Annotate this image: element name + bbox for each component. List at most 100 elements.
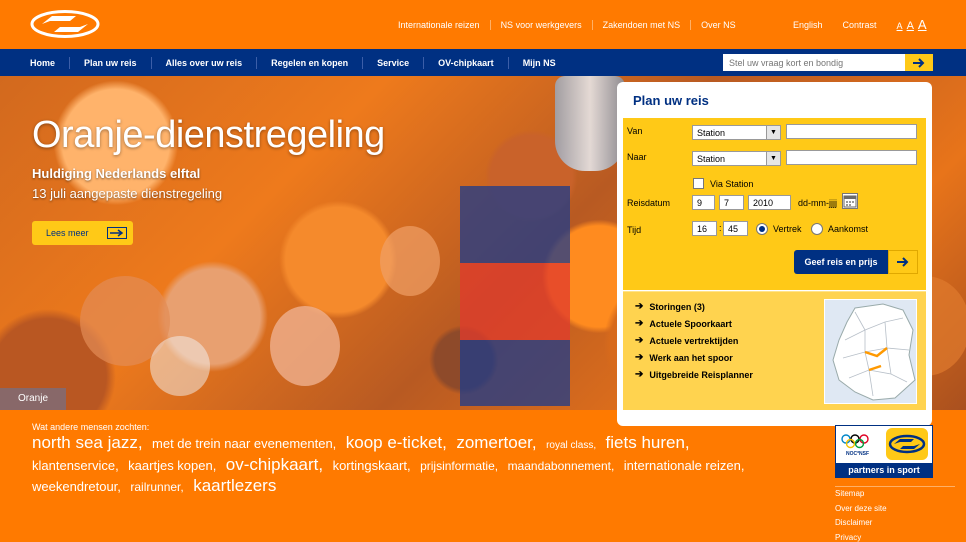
arrow-right-icon: ➔ [635, 301, 644, 312]
chevron-down-icon: ▼ [766, 152, 780, 165]
lees-meer-button[interactable]: Lees meer [32, 221, 133, 245]
search-tag[interactable]: prijsinformatie, [420, 459, 498, 473]
via-station-checkbox[interactable] [693, 178, 704, 189]
searched-heading: Wat andere mensen zochten: [32, 422, 150, 432]
search-input[interactable] [723, 54, 905, 71]
search-tag[interactable]: met de trein naar evenementen, [152, 436, 336, 451]
ns-logo[interactable] [30, 10, 100, 38]
top-link-international[interactable]: Internationale reizen [398, 20, 491, 30]
nav-alles-over-uw-reis[interactable]: Alles over uw reis [152, 56, 258, 69]
month-input[interactable] [719, 195, 744, 210]
link-storingen[interactable]: ➔ Storingen (3) [635, 301, 705, 312]
nav-plan-uw-reis[interactable]: Plan uw reis [70, 56, 152, 69]
arrow-right-icon: ➔ [635, 369, 644, 380]
planner-quick-links: ➔ Storingen (3) ➔ Actuele Spoorkaart ➔ Actu… [623, 291, 926, 410]
calendar-icon[interactable] [842, 193, 858, 209]
footer-links: Sitemap Over deze site Disclaimer Privac… [835, 486, 955, 542]
search-tag[interactable]: fiets huren, [606, 433, 690, 452]
trophy-image [555, 76, 625, 171]
search-tag[interactable]: ov-chipkaart, [226, 455, 323, 474]
search-tag[interactable]: koop e-ticket, [346, 433, 447, 452]
nav-regelen-en-kopen[interactable]: Regelen en kopen [257, 56, 364, 69]
naar-station-input[interactable] [786, 150, 917, 165]
utility-links: English Contrast A A A [793, 17, 927, 32]
search-tag[interactable]: klantenservice, [32, 458, 119, 473]
hero-subtitle: Huldiging Nederlands elftal [32, 166, 201, 181]
top-link-employers[interactable]: NS voor werkgevers [491, 20, 593, 30]
top-link-about[interactable]: Over NS [691, 20, 746, 30]
aankomst-label: Aankomst [828, 224, 869, 234]
hero-subtitle-2: 13 juli aangepaste dienstregeling [32, 186, 223, 201]
footer-link-disclaimer[interactable]: Disclaimer [835, 516, 955, 531]
footer-link-sitemap[interactable]: Sitemap [835, 487, 955, 502]
geef-reis-en-prijs-button[interactable]: Geef reis en prijs [794, 250, 888, 274]
search-tag[interactable]: zomertoer, [456, 433, 536, 452]
search-tag[interactable]: kaartlezers [193, 476, 276, 495]
nav-items: Home Plan uw reis Alles over uw reis Reg… [30, 49, 570, 76]
top-bar: Internationale reizen NS voor werkgevers… [0, 0, 966, 49]
crowd-shape [150, 336, 210, 396]
link-werk-aan-spoor[interactable]: ➔ Werk aan het spoor [635, 352, 733, 363]
arrow-right-icon: ➔ [635, 335, 644, 346]
via-station-label: Via Station [710, 179, 754, 189]
image-caption-tag: Oranje [0, 388, 66, 410]
nav-mijn-ns[interactable]: Mijn NS [509, 57, 570, 69]
font-size-small[interactable]: A [897, 21, 903, 31]
vertrek-label: Vertrek [773, 224, 802, 234]
crowd-shape [380, 226, 440, 296]
van-type-value: Station [697, 128, 726, 138]
year-input[interactable] [748, 195, 791, 210]
hour-input[interactable] [692, 221, 717, 236]
arrow-right-icon [913, 57, 925, 68]
footer-link-over-deze-site[interactable]: Over deze site [835, 502, 955, 517]
link-label: Actuele Spoorkaart [649, 318, 732, 329]
van-station-input[interactable] [786, 124, 917, 139]
contrast-link[interactable]: Contrast [843, 20, 877, 30]
day-input[interactable] [692, 195, 715, 210]
search-tag[interactable]: kaartjes kopen, [128, 458, 216, 473]
search-tag[interactable]: internationale reizen, [624, 458, 745, 473]
submit-arrow-button[interactable] [888, 250, 918, 274]
link-spoorkaart[interactable]: ➔ Actuele Spoorkaart [635, 318, 732, 329]
search-button[interactable] [905, 54, 933, 71]
partners-in-sport-badge[interactable]: NOC*NSF partners in sport [835, 425, 933, 478]
partners-label: partners in sport [836, 463, 932, 477]
lees-meer-label: Lees meer [46, 228, 89, 238]
nav-service[interactable]: Service [363, 56, 425, 69]
aankomst-radio[interactable] [811, 223, 823, 235]
search-tag[interactable]: maandabonnement, [508, 459, 615, 473]
search-tag[interactable]: kortingskaart, [333, 458, 411, 473]
search-tag[interactable]: weekendretour, [32, 479, 121, 494]
search-tag[interactable]: north sea jazz, [32, 433, 143, 452]
link-label: Werk aan het spoor [649, 352, 733, 363]
rail-map-thumbnail[interactable] [824, 299, 917, 404]
tag-cloud: north sea jazz, met de trein naar evenem… [32, 433, 782, 497]
search-tag[interactable]: royal class, [546, 440, 596, 451]
partner-logos [841, 428, 928, 460]
font-size-large[interactable]: A [918, 17, 927, 32]
link-label: Uitgebreide Reisplanner [649, 369, 753, 380]
vertrek-radio[interactable] [756, 223, 768, 235]
link-reisplanner[interactable]: ➔ Uitgebreide Reisplanner [635, 369, 753, 380]
nav-ov-chipkaart[interactable]: OV-chipkaart [424, 56, 509, 69]
journey-planner: Plan uw reis Van Station ▼ Naar Station … [617, 82, 932, 426]
arrow-right-icon [107, 227, 127, 239]
chevron-down-icon: ▼ [766, 126, 780, 139]
search-tag[interactable]: railrunner, [130, 480, 183, 494]
english-link[interactable]: English [793, 20, 823, 30]
font-size-controls: A A A [897, 17, 927, 32]
minute-input[interactable] [723, 221, 748, 236]
naar-type-select[interactable]: Station ▼ [692, 151, 781, 166]
link-vertrektijden[interactable]: ➔ Actuele vertrektijden [635, 335, 738, 346]
flag-image [460, 186, 570, 406]
top-link-business[interactable]: Zakendoen met NS [593, 20, 692, 30]
reisdatum-label: Reisdatum [627, 198, 671, 208]
link-label: Actuele vertrektijden [649, 335, 739, 346]
naar-label: Naar [627, 152, 647, 162]
hero-title: Oranje-dienstregeling [32, 114, 385, 156]
crowd-shape [270, 306, 340, 386]
font-size-medium[interactable]: A [907, 20, 914, 32]
footer-link-privacy[interactable]: Privacy [835, 531, 955, 542]
van-type-select[interactable]: Station ▼ [692, 125, 781, 140]
nav-home[interactable]: Home [30, 56, 71, 69]
